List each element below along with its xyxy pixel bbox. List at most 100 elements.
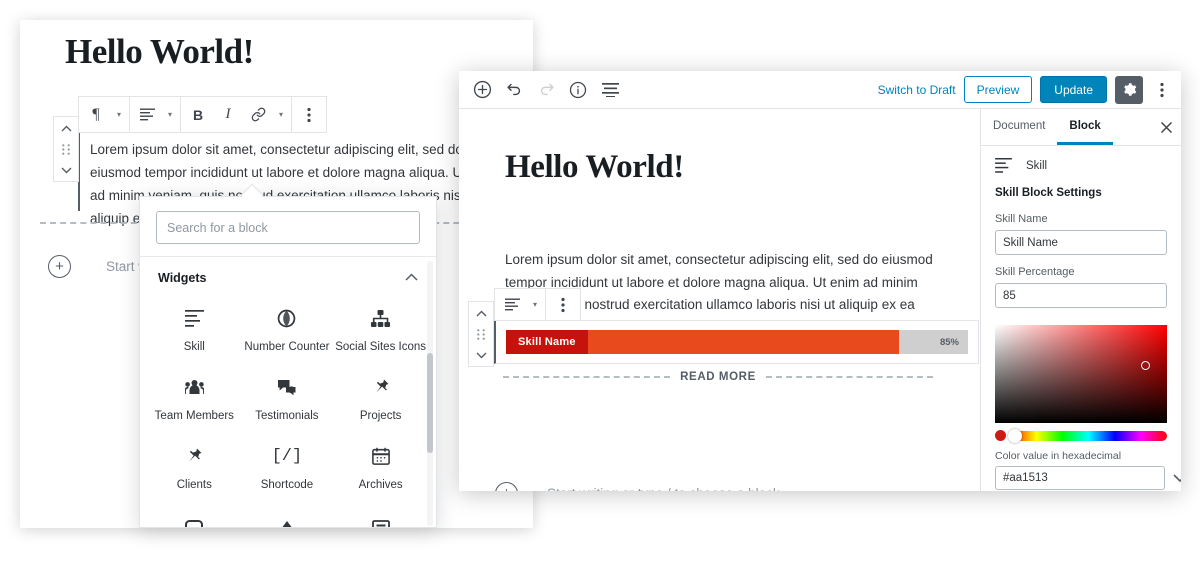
move-up-icon[interactable] <box>469 302 493 324</box>
front-editor-window: Switch to Draft Preview Update Hello Wor… <box>459 71 1181 491</box>
globe-icon <box>277 307 296 329</box>
preview-button[interactable]: Preview <box>963 76 1033 103</box>
back-block-toolbar[interactable]: ¶ ▾ ▾ B I ▾ <box>78 96 327 133</box>
more-options-group <box>292 97 326 132</box>
paragraph-icon[interactable]: ¶ <box>81 97 111 132</box>
current-color-swatch <box>995 430 1006 441</box>
text-format-group: B I ▾ <box>181 97 292 132</box>
align-left-icon[interactable] <box>132 97 162 132</box>
redo-icon[interactable] <box>533 77 559 103</box>
add-block-icon[interactable]: + <box>48 255 71 278</box>
sidebar-tabs: Document Block <box>981 109 1181 146</box>
editor-header-right: Switch to Draft Preview Update <box>878 75 1173 104</box>
kebab-menu-icon[interactable] <box>1151 76 1173 104</box>
move-down-icon[interactable] <box>54 159 78 181</box>
tab-document[interactable]: Document <box>981 109 1057 145</box>
add-block-icon[interactable] <box>469 77 495 103</box>
hue-slider-knob[interactable] <box>1008 428 1022 443</box>
inserter-item-social-sites-icons[interactable]: Social Sites Icons <box>333 295 428 364</box>
shortcode-icon: [/] <box>271 446 303 466</box>
post-title[interactable]: Hello World! <box>505 149 684 186</box>
skill-percentage-label: Skill Percentage <box>995 266 1075 278</box>
inserter-item-label: Team Members <box>154 410 234 422</box>
inserter-item-label: Number Counter <box>244 341 330 353</box>
inserter-item-label: Testimonials <box>255 410 319 422</box>
sidebar-content: Skill Skill Block Settings Skill Name Sk… <box>981 146 1181 491</box>
align-left-icon[interactable] <box>497 289 527 320</box>
content-info-icon[interactable] <box>565 77 591 103</box>
kebab-menu-icon[interactable] <box>548 289 578 320</box>
kebab-menu-icon[interactable] <box>294 97 324 132</box>
chevron-down-icon[interactable]: ▾ <box>111 97 127 132</box>
chevron-down-icon[interactable] <box>1173 473 1181 483</box>
inserter-item-label: Social Sites Icons <box>335 341 426 353</box>
close-icon[interactable] <box>1151 109 1181 145</box>
hue-slider-track[interactable] <box>1008 428 1167 443</box>
skill-block-movers[interactable] <box>468 301 494 367</box>
switch-to-draft-link[interactable]: Switch to Draft <box>878 83 956 97</box>
inserter-section-widgets[interactable]: Widgets <box>140 257 436 295</box>
tab-block[interactable]: Block <box>1057 109 1113 145</box>
read-more-dash-left <box>503 376 671 378</box>
skill-progress-bar: Skill Name 85% <box>506 330 968 354</box>
inserter-item-skill[interactable]: Skill <box>148 295 241 364</box>
inserter-section-title: Widgets <box>158 271 207 285</box>
skill-block-toolbar[interactable]: ▾ <box>494 288 581 321</box>
align-group: ▾ <box>130 97 181 132</box>
inserter-scrollbar-thumb[interactable] <box>427 353 433 453</box>
color-saturation-value-picker[interactable] <box>995 325 1167 423</box>
chevron-down-icon[interactable]: ▾ <box>162 97 178 132</box>
inserter-item-team-members[interactable]: Team Members <box>148 364 241 433</box>
add-block-icon[interactable]: + <box>495 482 518 491</box>
inserter-item-label: Archives <box>358 479 403 491</box>
skill-name-label: Skill Name <box>995 213 1048 225</box>
skill-progress-label: Skill Name <box>506 330 588 354</box>
skill-name-input[interactable] <box>995 230 1167 255</box>
block-navigation-icon[interactable] <box>597 77 623 103</box>
inserter-item-shortcode[interactable]: [/] Shortcode <box>241 433 334 502</box>
skill-progress-percent: 85% <box>939 336 959 348</box>
read-more-block[interactable]: READ MORE <box>503 371 933 383</box>
users-icon <box>184 376 204 398</box>
inserter-item-archives[interactable]: Archives <box>333 433 428 502</box>
color-picker-cursor[interactable] <box>1141 361 1150 370</box>
editor-main: Hello World! Lorem ipsum dolor sit amet,… <box>459 109 1181 491</box>
move-down-icon[interactable] <box>469 344 493 366</box>
inserter-item-projects[interactable]: Projects <box>333 364 428 433</box>
move-up-icon[interactable] <box>54 117 78 139</box>
hue-slider-row <box>995 428 1167 443</box>
bold-icon[interactable]: B <box>183 97 213 132</box>
button-icon <box>371 514 390 527</box>
paragraph-format-group: ¶ ▾ <box>79 97 130 132</box>
block-inserter-popover: Widgets Skill Number Counter <box>139 196 437 528</box>
inserter-search-area <box>140 197 436 256</box>
back-block-movers[interactable] <box>53 116 79 182</box>
hex-field-label: Color value in hexadecimal <box>995 450 1122 462</box>
chevron-up-icon[interactable] <box>405 272 418 284</box>
drag-handle-icon[interactable] <box>469 324 493 344</box>
inserter-item-clients[interactable]: Clients <box>148 433 241 502</box>
back-post-title[interactable]: Hello World! <box>65 32 254 72</box>
chevron-down-icon[interactable]: ▾ <box>273 97 289 132</box>
skill-percentage-input[interactable] <box>995 283 1167 308</box>
drag-handle-icon[interactable] <box>54 139 78 159</box>
italic-icon[interactable]: I <box>213 97 243 132</box>
appender-placeholder[interactable]: Start writing or type / to choose a bloc… <box>547 486 780 491</box>
appender-row[interactable]: + Start writing or type / to choose a bl… <box>495 482 780 491</box>
inserter-item-partial-1[interactable] <box>148 502 241 527</box>
hex-color-input[interactable] <box>995 466 1165 490</box>
inserter-item-testimonials[interactable]: Testimonials <box>241 364 334 433</box>
skill-block[interactable]: Skill Name 85% <box>494 320 979 364</box>
inserter-item-label: Projects <box>359 410 402 422</box>
editor-header: Switch to Draft Preview Update <box>459 71 1181 109</box>
gear-icon[interactable] <box>1115 75 1143 104</box>
inserter-item-partial-2[interactable] <box>241 502 334 527</box>
inserter-item-number-counter[interactable]: Number Counter <box>241 295 334 364</box>
inserter-item-partial-3[interactable] <box>333 502 428 527</box>
undo-icon[interactable] <box>501 77 527 103</box>
search-input[interactable] <box>156 211 420 244</box>
chevron-down-icon[interactable]: ▾ <box>527 289 543 320</box>
selected-block-name: Skill <box>1026 159 1048 172</box>
link-icon[interactable] <box>243 97 273 132</box>
update-button[interactable]: Update <box>1040 76 1107 103</box>
